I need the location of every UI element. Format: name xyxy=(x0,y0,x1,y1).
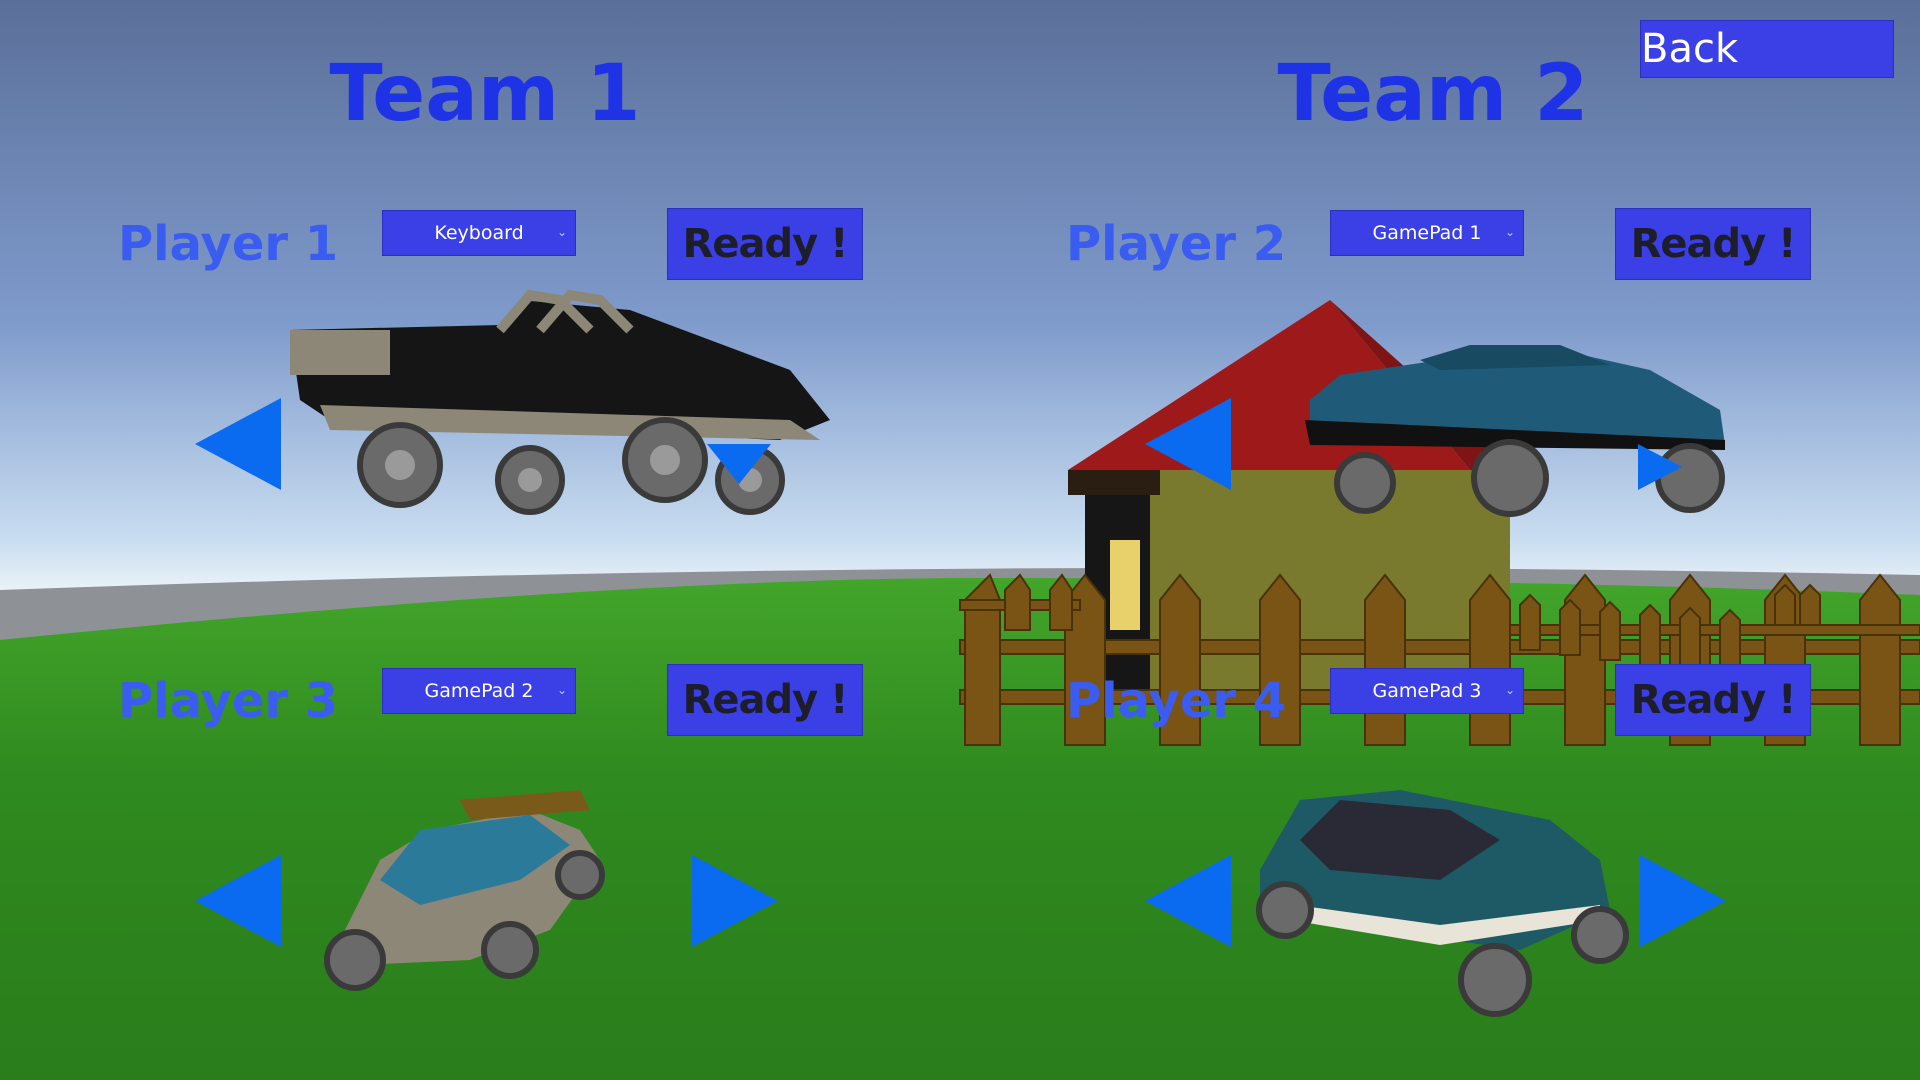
chevron-down-icon: ⌄ xyxy=(1504,225,1515,239)
player-4-input-dropdown[interactable]: GamePad 3 ⌄ xyxy=(1330,668,1524,714)
player-3-input-value: GamePad 2 xyxy=(424,680,534,702)
player-2-ready-button[interactable]: Ready ! xyxy=(1615,208,1811,280)
chevron-down-icon: ⌄ xyxy=(556,225,567,239)
left-arrow-icon[interactable] xyxy=(195,855,283,947)
player-4-input-value: GamePad 3 xyxy=(1372,680,1482,702)
chevron-down-icon: ⌄ xyxy=(1504,683,1515,697)
game-scene-background xyxy=(0,0,1920,1080)
left-arrow-icon[interactable] xyxy=(1145,855,1233,947)
player-1-input-value: Keyboard xyxy=(434,222,524,244)
left-arrow-icon[interactable] xyxy=(195,398,283,490)
player-4-label: Player 4 xyxy=(1066,673,1287,729)
team-2-title: Team 2 xyxy=(1277,49,1589,139)
player-1-ready-label: Ready ! xyxy=(682,221,849,267)
player-2-ready-label: Ready ! xyxy=(1630,221,1797,267)
player-1-label: Player 1 xyxy=(118,216,339,272)
right-arrow-icon[interactable] xyxy=(707,444,771,484)
team-1-title: Team 1 xyxy=(329,49,641,139)
player-3-ready-button[interactable]: Ready ! xyxy=(667,664,863,736)
player-3-input-dropdown[interactable]: GamePad 2 ⌄ xyxy=(382,668,576,714)
player-2-label: Player 2 xyxy=(1066,216,1287,272)
player-4-ready-label: Ready ! xyxy=(1630,677,1797,723)
player-2-input-dropdown[interactable]: GamePad 1 ⌄ xyxy=(1330,210,1524,256)
player-4-ready-button[interactable]: Ready ! xyxy=(1615,664,1811,736)
player-1-input-dropdown[interactable]: Keyboard ⌄ xyxy=(382,210,576,256)
player-2-input-value: GamePad 1 xyxy=(1372,222,1482,244)
chevron-down-icon: ⌄ xyxy=(556,683,567,697)
right-arrow-icon[interactable] xyxy=(690,855,778,947)
right-arrow-icon[interactable] xyxy=(1638,855,1726,947)
player-1-ready-button[interactable]: Ready ! xyxy=(667,208,863,280)
player-3-ready-label: Ready ! xyxy=(682,677,849,723)
right-arrow-icon[interactable] xyxy=(1638,444,1682,490)
player-3-label: Player 3 xyxy=(118,673,339,729)
left-arrow-icon[interactable] xyxy=(1145,398,1233,490)
